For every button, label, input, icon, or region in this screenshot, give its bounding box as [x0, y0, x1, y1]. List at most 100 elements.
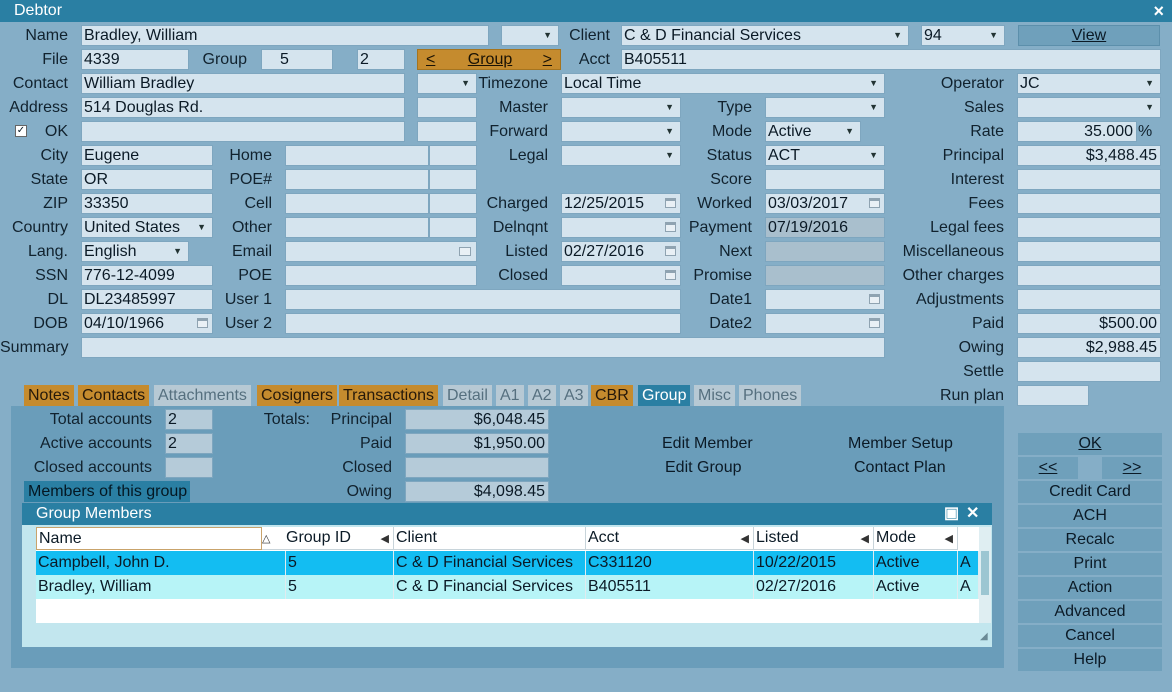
view-button[interactable]: View	[1018, 25, 1160, 46]
group-field[interactable]: 5	[261, 49, 333, 70]
owing-field[interactable]: $2,988.45	[1017, 337, 1161, 358]
forward-dropdown[interactable]: ▼	[561, 121, 681, 142]
print-button[interactable]: Print	[1018, 553, 1162, 575]
user2-field[interactable]	[285, 313, 681, 334]
edit-group-link[interactable]: Edit Group	[665, 457, 741, 479]
poe-field[interactable]	[285, 265, 477, 286]
contact-field[interactable]: William Bradley	[81, 73, 405, 94]
address2-extra-field[interactable]	[417, 121, 477, 142]
zip-field[interactable]: 33350	[81, 193, 213, 214]
worked-field[interactable]: 03/03/2017	[765, 193, 885, 214]
column-header-name[interactable]: Name	[36, 527, 262, 550]
poe-ext-field[interactable]	[429, 169, 477, 190]
column-header-client[interactable]: Client	[394, 527, 586, 550]
rate-field[interactable]: 35.000	[1017, 121, 1137, 142]
table-row[interactable]: Bradley, William 5 C & D Financial Servi…	[36, 575, 979, 599]
sales-dropdown[interactable]: ▼	[1017, 97, 1161, 118]
cell-phone-field[interactable]	[285, 193, 429, 214]
tab-cosigners[interactable]: Cosigners	[257, 385, 338, 406]
ok-button[interactable]: OK	[1018, 433, 1162, 455]
acct-field[interactable]: B405511	[621, 49, 1161, 70]
member-setup-link[interactable]: Member Setup	[848, 433, 953, 455]
email-field[interactable]	[285, 241, 477, 262]
column-header-group-id[interactable]: △ Group ID ◀	[262, 527, 394, 550]
delnqnt-field[interactable]	[561, 217, 681, 238]
fees-field[interactable]	[1017, 193, 1161, 214]
ach-button[interactable]: ACH	[1018, 505, 1162, 527]
paid-field[interactable]: $500.00	[1017, 313, 1161, 334]
column-header-acct[interactable]: Acct ◀	[586, 527, 754, 550]
tab-cbr[interactable]: CBR	[591, 385, 633, 406]
resize-grip-icon[interactable]: ◢	[980, 631, 988, 642]
summary-field[interactable]	[81, 337, 885, 358]
calendar-icon[interactable]	[869, 294, 880, 304]
status-dropdown[interactable]: ACT ▼	[765, 145, 885, 166]
group-prev-button[interactable]: <	[426, 50, 435, 69]
credit-card-button[interactable]: Credit Card	[1018, 481, 1162, 503]
calendar-icon[interactable]	[869, 318, 880, 328]
calendar-icon[interactable]	[665, 246, 676, 256]
address-extra-field[interactable]	[417, 97, 477, 118]
master-dropdown[interactable]: ▼	[561, 97, 681, 118]
listed-field[interactable]: 02/27/2016	[561, 241, 681, 262]
action-button[interactable]: Action	[1018, 577, 1162, 599]
dl-field[interactable]: DL23485997	[81, 289, 213, 310]
calendar-icon[interactable]	[197, 318, 208, 328]
calendar-icon[interactable]	[665, 270, 676, 280]
contact-dropdown[interactable]: ▼	[417, 73, 477, 94]
tab-notes[interactable]: Notes	[24, 385, 74, 406]
country-dropdown[interactable]: United States ▼	[81, 217, 213, 238]
scrollbar-thumb[interactable]	[981, 551, 989, 595]
edit-member-link[interactable]: Edit Member	[662, 433, 753, 455]
next-record-button[interactable]: >>	[1102, 457, 1162, 479]
calendar-icon[interactable]	[665, 198, 676, 208]
mode-dropdown[interactable]: Active ▼	[765, 121, 861, 142]
misc-field[interactable]	[1017, 241, 1161, 262]
calendar-icon[interactable]	[869, 198, 880, 208]
group-button-label[interactable]: Group	[468, 50, 512, 69]
group-sub-field[interactable]: 2	[357, 49, 405, 70]
charged-field[interactable]: 12/25/2015	[561, 193, 681, 214]
column-header-mode[interactable]: Mode ◀	[874, 527, 958, 550]
name-suffix-dropdown[interactable]: ▼	[501, 25, 559, 46]
maximize-icon[interactable]: ▣	[944, 503, 959, 525]
close-icon[interactable]: ✕	[966, 503, 979, 525]
name-field[interactable]: Bradley, William	[81, 25, 489, 46]
city-field[interactable]: Eugene	[81, 145, 213, 166]
other-charges-field[interactable]	[1017, 265, 1161, 286]
tab-a3[interactable]: A3	[560, 385, 588, 406]
column-header-listed[interactable]: Listed ◀	[754, 527, 874, 550]
lang-dropdown[interactable]: English ▼	[81, 241, 189, 262]
adjustments-field[interactable]	[1017, 289, 1161, 310]
file-field[interactable]: 4339	[81, 49, 189, 70]
home-phone-field[interactable]	[285, 145, 429, 166]
ssn-field[interactable]: 776-12-4099	[81, 265, 213, 286]
tab-contacts[interactable]: Contacts	[78, 385, 150, 406]
calendar-icon[interactable]	[665, 222, 676, 232]
previous-record-button[interactable]: <<	[1018, 457, 1078, 479]
address2-field[interactable]	[81, 121, 405, 142]
close-icon[interactable]: ×	[1153, 0, 1164, 22]
cancel-button[interactable]: Cancel	[1018, 625, 1162, 647]
dob-field[interactable]: 04/10/1966	[81, 313, 213, 334]
tab-a2[interactable]: A2	[528, 385, 556, 406]
date2-field[interactable]	[765, 313, 885, 334]
legal-dropdown[interactable]: ▼	[561, 145, 681, 166]
user1-field[interactable]	[285, 289, 681, 310]
help-button[interactable]: Help	[1018, 649, 1162, 671]
other-phone-field[interactable]	[285, 217, 429, 238]
tab-group[interactable]: Group	[638, 385, 691, 406]
score-field[interactable]	[765, 169, 885, 190]
advanced-button[interactable]: Advanced	[1018, 601, 1162, 623]
run-plan-field[interactable]	[1017, 385, 1089, 406]
client-dropdown[interactable]: C & D Financial Services ▼	[621, 25, 909, 46]
tab-a1[interactable]: A1	[496, 385, 524, 406]
date1-field[interactable]	[765, 289, 885, 310]
address-field[interactable]: 514 Douglas Rd.	[81, 97, 405, 118]
tab-misc[interactable]: Misc	[694, 385, 735, 406]
tab-detail[interactable]: Detail	[443, 385, 492, 406]
tab-phones[interactable]: Phones	[739, 385, 802, 406]
closed-field[interactable]	[561, 265, 681, 286]
settle-field[interactable]	[1017, 361, 1161, 382]
timezone-dropdown[interactable]: Local Time ▼	[561, 73, 885, 94]
